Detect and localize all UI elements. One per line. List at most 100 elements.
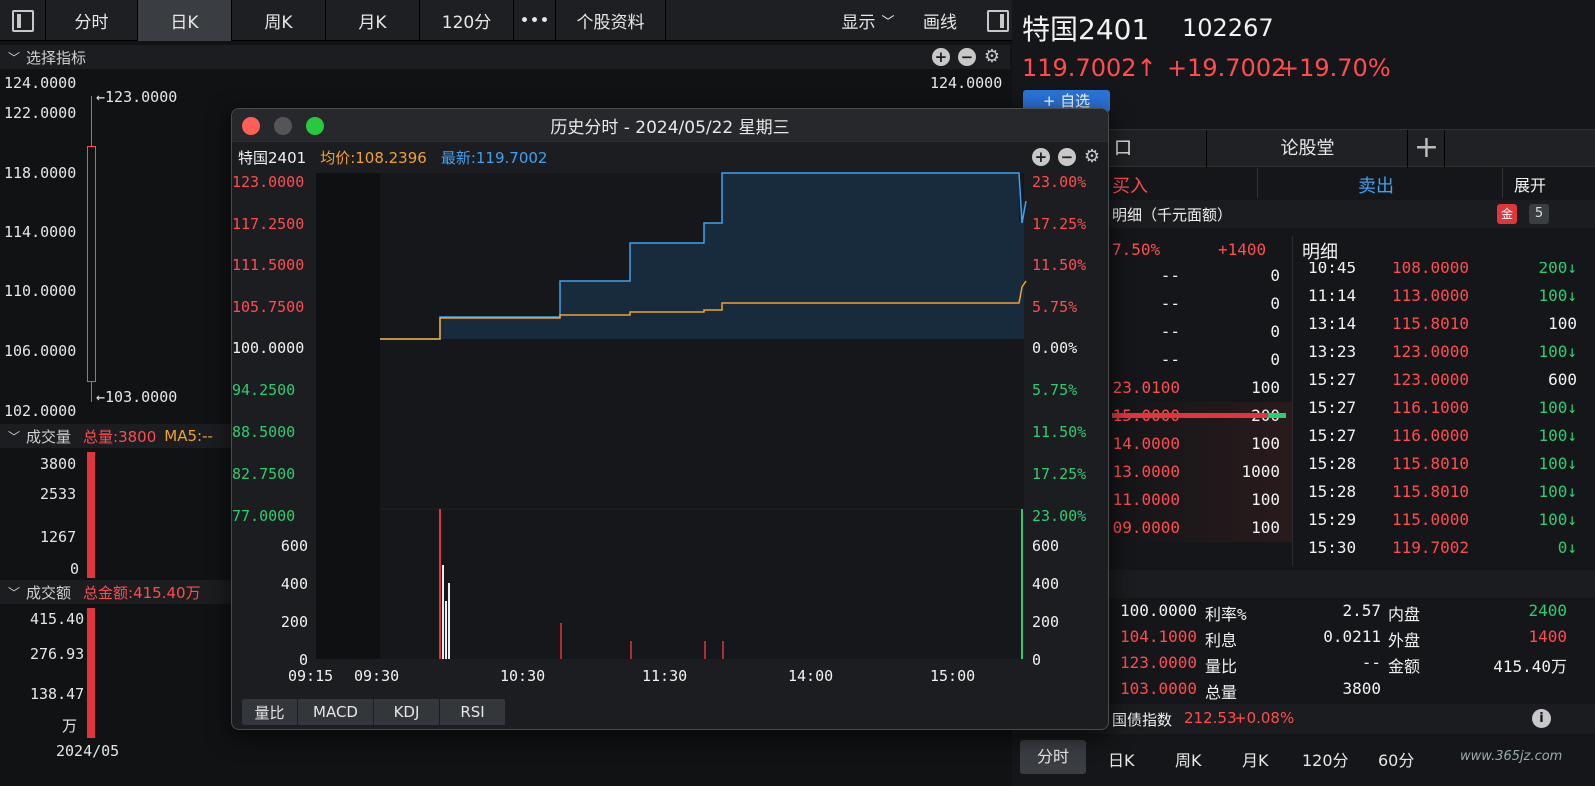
zoom-out-icon[interactable]: − <box>1057 148 1076 166</box>
trade-time: 13:14 <box>1308 314 1357 333</box>
gear-icon[interactable]: ⚙ <box>984 48 1000 66</box>
tab-daily-k[interactable]: 日K <box>138 0 232 41</box>
price-axis-label: 82.7500 <box>232 465 296 483</box>
more-tabs-button[interactable]: ••• <box>514 0 556 41</box>
tab-trade[interactable]: 口 <box>1112 130 1207 168</box>
bottom-tab-daily[interactable]: 日K <box>1108 747 1135 771</box>
maximize-icon[interactable] <box>306 117 324 135</box>
volume-axis-label: 400 <box>1032 575 1060 593</box>
volume-bar[interactable] <box>87 452 95 578</box>
tab-stock-profile[interactable]: 个股资料 <box>556 0 666 41</box>
sidebar-toggle-icon <box>11 9 34 32</box>
time-axis-label: 10:30 <box>500 667 546 685</box>
order-volume: 1000 <box>1241 462 1280 481</box>
amount-bar[interactable] <box>87 608 95 738</box>
level-badge[interactable]: 5 <box>1529 204 1549 224</box>
trade-price: 116.0000 <box>1392 426 1470 445</box>
stat-label: 利率% <box>1205 605 1247 624</box>
chevron-down-icon[interactable]: ﹀ <box>8 428 20 445</box>
price-label: 124.0000 <box>4 74 77 92</box>
trade-time: 15:29 <box>1308 510 1357 529</box>
trade-row: 15:29 115.0000 100↓ <box>1292 506 1595 534</box>
order-volume: 100 <box>1251 434 1280 453</box>
display-label: 显示 <box>841 13 876 33</box>
date-label: 2024/05 <box>56 742 120 760</box>
bottom-tab-minute[interactable]: 分时 <box>1020 740 1086 774</box>
stat-price: 123.0000 <box>1119 653 1197 672</box>
tab-120min[interactable]: 120分 <box>420 0 514 41</box>
time-axis-label: 09:15 <box>288 667 334 685</box>
tab-monthly-k[interactable]: 月K <box>326 0 420 41</box>
stat-label: 内盘 <box>1388 605 1421 624</box>
bottom-tab-60min[interactable]: 60分 <box>1378 747 1414 771</box>
high-price-label: ←123.0000 <box>96 88 178 106</box>
tab-volume-ratio[interactable]: 量比 <box>242 699 298 725</box>
trade-row: 13:14 115.8010 100 <box>1292 310 1595 338</box>
volume-axis-label: 600 <box>1032 537 1060 555</box>
volume-title[interactable]: 成交量 <box>26 426 71 447</box>
gold-coin-icon[interactable]: 金 <box>1497 204 1517 224</box>
left-panel-toggle[interactable] <box>0 0 46 41</box>
trade-volume: 100↓ <box>1538 342 1577 361</box>
amount-title[interactable]: 成交额 <box>26 582 71 603</box>
add-tab-button[interactable]: + <box>1409 130 1445 168</box>
volume-ma5: MA5:-- <box>164 427 213 445</box>
order-volume: 0 <box>1270 350 1280 369</box>
order-pct: 7.50% <box>1112 240 1161 259</box>
bottom-tab-weekly[interactable]: 周K <box>1175 747 1202 771</box>
tab-forum[interactable]: 论股堂 <box>1208 130 1408 168</box>
volume-axis-label: 200 <box>280 613 308 631</box>
divider <box>1502 168 1503 198</box>
trade-row: 15:28 115.8010 100↓ <box>1292 478 1595 506</box>
buy-button[interactable]: 买入 <box>1112 172 1148 198</box>
window-titlebar[interactable]: 历史分时 - 2024/05/22 星期三 <box>232 109 1108 142</box>
display-dropdown[interactable]: 显示 ﹀ <box>830 0 906 41</box>
chevron-down-icon[interactable]: ﹀ <box>8 49 20 66</box>
intraday-chart-svg <box>316 172 1027 659</box>
close-icon[interactable] <box>242 117 260 135</box>
volume-axis-label: 600 <box>280 537 308 555</box>
minimize-icon[interactable] <box>274 117 292 135</box>
trade-time: 15:28 <box>1308 454 1357 473</box>
trade-list: 10:45 108.0000 200↓ 11:14 113.0000 100↓ 13:14 1… <box>1292 262 1595 572</box>
volume-axis-label: 400 <box>280 575 308 593</box>
tab-macd[interactable]: MACD <box>298 699 374 725</box>
trade-row: 15:27 123.0000 600 <box>1292 366 1595 394</box>
trade-time: 15:27 <box>1308 426 1357 445</box>
tab-rsi[interactable]: RSI <box>440 699 506 725</box>
tab-weekly-k[interactable]: 周K <box>232 0 326 41</box>
order-price: 14.0000 <box>1112 434 1180 453</box>
sell-button[interactable]: 卖出 <box>1358 172 1394 198</box>
indicator-title[interactable]: 选择指标 <box>26 47 86 68</box>
trade-price: 115.8010 <box>1392 482 1470 501</box>
draw-button[interactable]: 画线 <box>906 0 974 41</box>
tab-minute[interactable]: 分时 <box>46 0 138 41</box>
price-axis-label: 111.5000 <box>232 256 305 274</box>
gear-icon[interactable]: ⚙ <box>1084 148 1100 166</box>
zoom-in-icon[interactable]: + <box>1031 148 1050 166</box>
stat-price: 103.0000 <box>1119 679 1197 698</box>
order-diff: +1400 <box>1218 240 1267 259</box>
time-axis-label: 14:00 <box>788 667 834 685</box>
stat-label: 利息 <box>1205 631 1238 650</box>
tab-kdj[interactable]: KDJ <box>374 699 440 725</box>
candle-body[interactable] <box>87 146 96 382</box>
volume-axis-left: 600 400 200 0 <box>232 531 312 669</box>
trade-row: 15:27 116.0000 100↓ <box>1292 422 1595 450</box>
expand-button[interactable]: 展开 <box>1514 172 1546 196</box>
intraday-chart[interactable]: 123.0000 117.2500 111.5000 105.7500 100.0000… <box>232 171 1108 695</box>
info-icon[interactable]: i <box>1532 709 1551 728</box>
price-label: 106.0000 <box>4 342 77 360</box>
total-volume: 总量:3800 <box>83 427 157 446</box>
stat-value: 2.57 <box>1342 601 1381 620</box>
chevron-down-icon[interactable]: ﹀ <box>8 584 20 601</box>
trade-volume: 100↓ <box>1538 286 1577 305</box>
amount-axis-label: 415.40 <box>30 610 85 628</box>
price-label: 122.0000 <box>4 104 77 122</box>
zoom-in-icon[interactable]: + <box>931 48 950 66</box>
trade-time: 11:14 <box>1308 286 1357 305</box>
zoom-out-icon[interactable]: − <box>957 48 976 66</box>
bottom-tab-120min[interactable]: 120分 <box>1302 747 1349 771</box>
bottom-tab-monthly[interactable]: 月K <box>1242 747 1269 771</box>
watermark: www.365jz.com <box>1460 749 1563 764</box>
